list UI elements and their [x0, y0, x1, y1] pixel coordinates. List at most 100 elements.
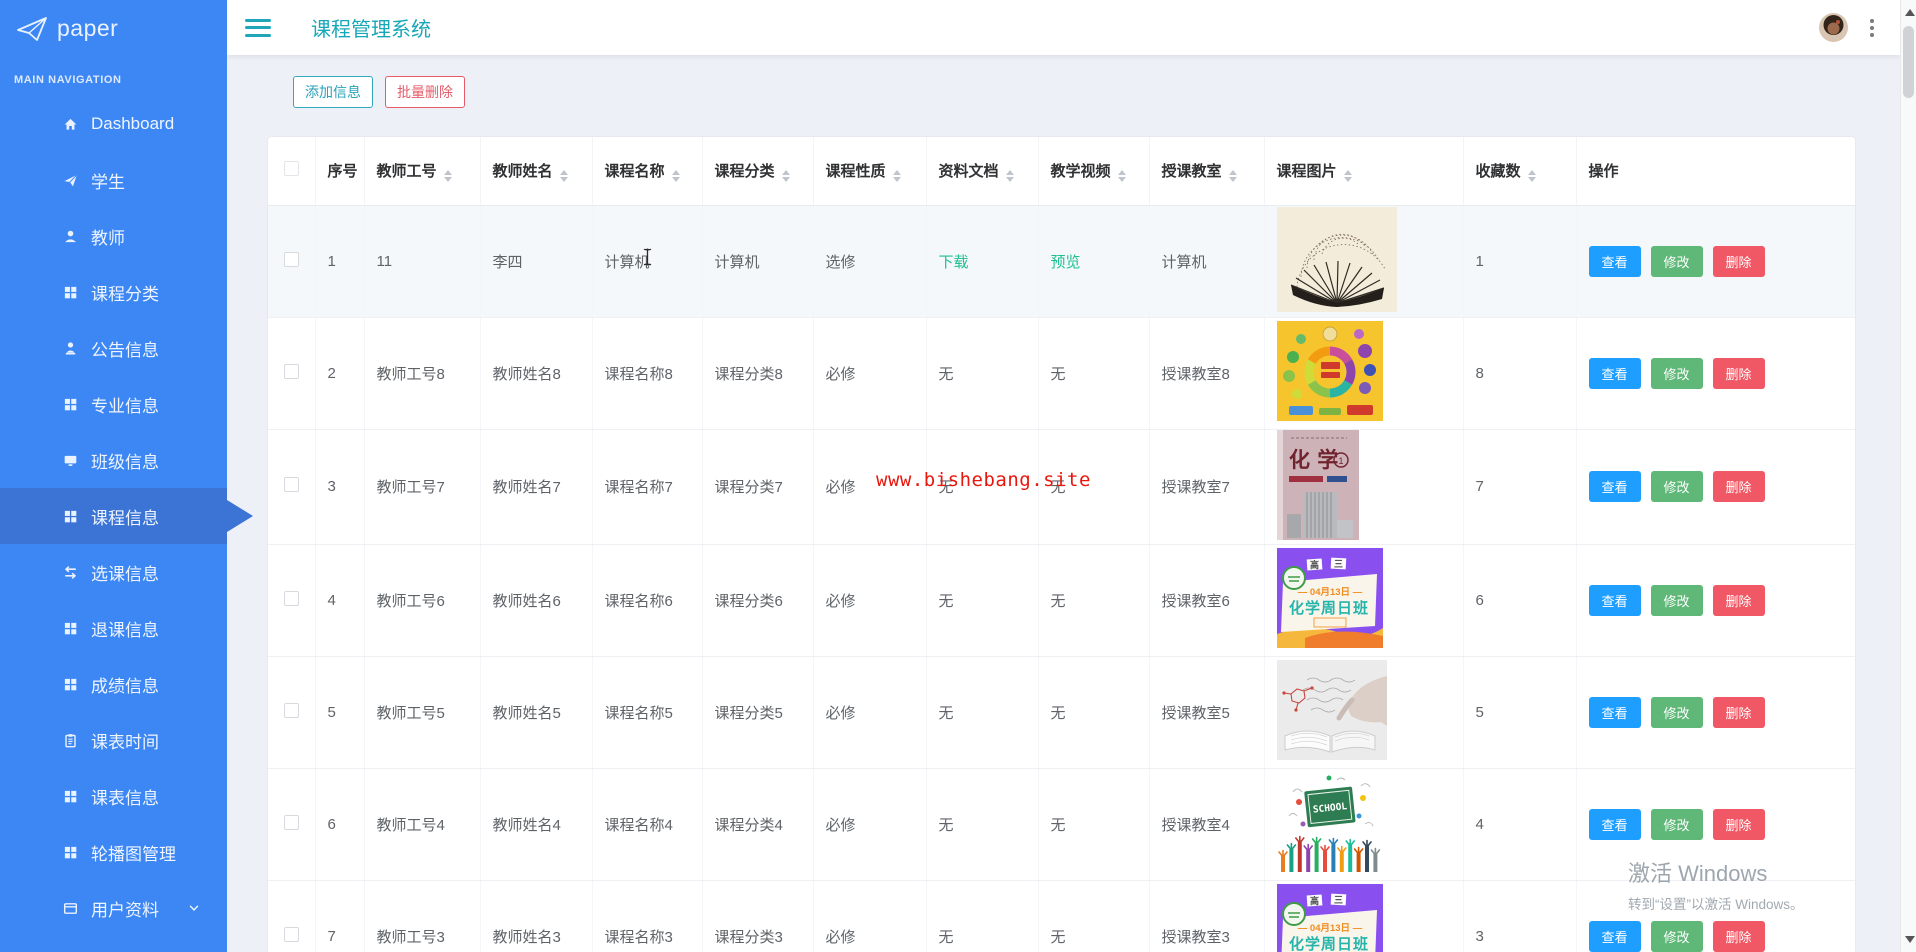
row-checkbox[interactable] [283, 590, 299, 606]
table-head: 序号 教师工号 教师姓名 课程名称 课程分类 课程性质 资料文档 教学视频 授课教室 课程图片 收藏… [268, 137, 1855, 206]
edit-button[interactable]: 修改 [1650, 357, 1703, 389]
cell-classroom: 授课教室4 [1149, 768, 1265, 881]
table-row: 1 11 李四 计算机 计算机 选修 下载 预览 计算机 1 查看 修改 删除 [268, 205, 1855, 318]
cell-teacher-name: 教师姓名3 [480, 880, 593, 952]
video-value: 无 [1050, 704, 1066, 722]
sidebar-item-公告信息[interactable]: 公告信息 [0, 320, 227, 376]
select-all-checkbox[interactable] [283, 161, 299, 177]
edit-button[interactable]: 修改 [1650, 471, 1703, 502]
column-header-doc[interactable]: 资料文档 [926, 137, 1039, 206]
delete-button[interactable]: 删除 [1712, 357, 1765, 389]
delete-button[interactable]: 删除 [1712, 808, 1765, 840]
row-checkbox[interactable] [283, 363, 299, 379]
cell-course-category: 计算机 [702, 205, 814, 318]
cell-teacher-name: 李四 [480, 205, 593, 318]
sidebar-item-课程信息[interactable]: 课程信息 [0, 488, 227, 544]
view-button[interactable]: 查看 [1588, 920, 1641, 952]
row-checkbox[interactable] [283, 251, 299, 267]
view-button[interactable]: 查看 [1588, 584, 1641, 616]
sidebar-item-Dashboard[interactable]: Dashboard [0, 96, 227, 152]
scroll-down-arrow-icon[interactable] [1905, 936, 1915, 943]
table-body: 1 11 李四 计算机 计算机 选修 下载 预览 计算机 1 查看 修改 删除 2 教师工号8 教师姓名8 课… [268, 205, 1855, 952]
column-header-favorites[interactable]: 收藏数 [1463, 137, 1577, 206]
sidebar-item-成绩信息[interactable]: 成绩信息 [0, 656, 227, 712]
hamburger-menu-icon[interactable] [245, 17, 273, 39]
row-checkbox[interactable] [283, 477, 299, 492]
table-row: 4 教师工号6 教师姓名6 课程名称6 课程分类6 必修无无授课教室6 高 三 — 04月… [268, 544, 1855, 657]
cell-course-name: 课程名称5 [592, 656, 703, 769]
user-avatar[interactable] [1819, 13, 1848, 42]
sidebar-item-教师[interactable]: 教师 [0, 208, 227, 264]
column-header-course_type[interactable]: 课程性质 [813, 137, 927, 206]
column-header-teacher_name[interactable]: 教师姓名 [480, 137, 593, 206]
grid-icon [62, 284, 78, 300]
table-row: 7 教师工号3 教师姓名3 课程名称3 课程分类3 必修无 无 授课教室3 高 三 — 04月… [268, 880, 1855, 952]
column-header-classroom[interactable]: 授课教室 [1149, 137, 1265, 206]
cell-teacher-id: 教师工号8 [364, 317, 481, 430]
delete-button[interactable]: 删除 [1712, 245, 1765, 277]
exchange-icon [62, 564, 78, 580]
table-row: 6 教师工号4 教师姓名4 课程名称4 课程分类4 必修无无授课教室4 SCHOOL 4查… [268, 768, 1855, 881]
view-button[interactable]: 查看 [1588, 808, 1641, 840]
cell-favorites: 8 [1463, 317, 1577, 430]
row-checkbox[interactable] [283, 702, 299, 718]
svg-text:化 学: 化 学 [1289, 447, 1338, 472]
cell-classroom: 计算机 [1149, 205, 1265, 318]
view-button[interactable]: 查看 [1588, 245, 1641, 277]
sidebar-item-课表信息[interactable]: 课表信息 [0, 768, 227, 824]
home-icon [62, 116, 78, 132]
edit-button[interactable]: 修改 [1650, 584, 1703, 616]
app-logo[interactable]: paper [0, 0, 227, 56]
column-header-teacher_id[interactable]: 教师工号 [364, 137, 481, 206]
edit-button[interactable]: 修改 [1650, 808, 1703, 840]
sidebar-item-课程分类[interactable]: 课程分类 [0, 264, 227, 320]
download-link[interactable]: 下载 [939, 254, 969, 271]
column-header-course_category[interactable]: 课程分类 [702, 137, 814, 206]
edit-button[interactable]: 修改 [1650, 920, 1703, 952]
delete-button[interactable]: 删除 [1712, 471, 1765, 502]
column-header-course_name[interactable]: 课程名称 [592, 137, 703, 206]
column-header-image[interactable]: 课程图片 [1264, 137, 1464, 206]
add-info-button[interactable]: 添加信息 [293, 76, 373, 108]
cell-course-image [1264, 205, 1464, 318]
scrollbar-thumb[interactable] [1903, 26, 1914, 98]
cell-course-name: 课程名称4 [592, 768, 703, 881]
column-header-video[interactable]: 教学视频 [1038, 137, 1150, 206]
column-label: 序号 [327, 163, 358, 181]
svg-text:1: 1 [1338, 456, 1343, 466]
sidebar-item-课表时间[interactable]: 课表时间 [0, 712, 227, 768]
svg-text:高: 高 [1310, 559, 1319, 570]
view-button[interactable]: 查看 [1588, 696, 1641, 728]
cell-course-category: 课程分类4 [702, 768, 814, 881]
sidebar-nav: Dashboard 学生 教师 课程分类 公告信息 专业信息 班级信息课程信息选课信息 退课信… [0, 96, 227, 936]
edit-button[interactable]: 修改 [1650, 696, 1703, 728]
sidebar-item-用户资料[interactable]: 用户资料 [0, 880, 227, 936]
delete-button[interactable]: 删除 [1712, 584, 1765, 616]
delete-button[interactable]: 删除 [1712, 696, 1765, 728]
sidebar-item-学生[interactable]: 学生 [0, 152, 227, 208]
sidebar-item-专业信息[interactable]: 专业信息 [0, 376, 227, 432]
cell-teacher-id: 教师工号6 [364, 544, 481, 657]
batch-delete-button[interactable]: 批量删除 [385, 76, 465, 108]
vertical-scrollbar[interactable] [1900, 0, 1916, 952]
view-button[interactable]: 查看 [1588, 471, 1641, 502]
sidebar-item-班级信息[interactable]: 班级信息 [0, 432, 227, 488]
cell-index: 3 [315, 429, 365, 545]
delete-button[interactable]: 删除 [1712, 920, 1765, 952]
svg-text:高: 高 [1310, 895, 1319, 906]
cell-video: 无 [1038, 880, 1150, 952]
sidebar-item-退课信息[interactable]: 退课信息 [0, 600, 227, 656]
toolbar: 添加信息 批量删除 [293, 76, 465, 108]
sidebar-item-label: 课程信息 [91, 508, 159, 528]
cell-video: 无 [1038, 317, 1150, 430]
sidebar-item-选课信息[interactable]: 选课信息 [0, 544, 227, 600]
row-checkbox[interactable] [283, 926, 299, 942]
sidebar-item-轮播图管理[interactable]: 轮播图管理 [0, 824, 227, 880]
cell-favorites: 5 [1463, 656, 1577, 769]
preview-link[interactable]: 预览 [1051, 254, 1081, 271]
more-options-icon[interactable] [1866, 15, 1878, 41]
row-checkbox[interactable] [283, 814, 299, 830]
view-button[interactable]: 查看 [1588, 357, 1641, 389]
scroll-up-arrow-icon[interactable] [1905, 9, 1915, 16]
edit-button[interactable]: 修改 [1650, 245, 1703, 277]
